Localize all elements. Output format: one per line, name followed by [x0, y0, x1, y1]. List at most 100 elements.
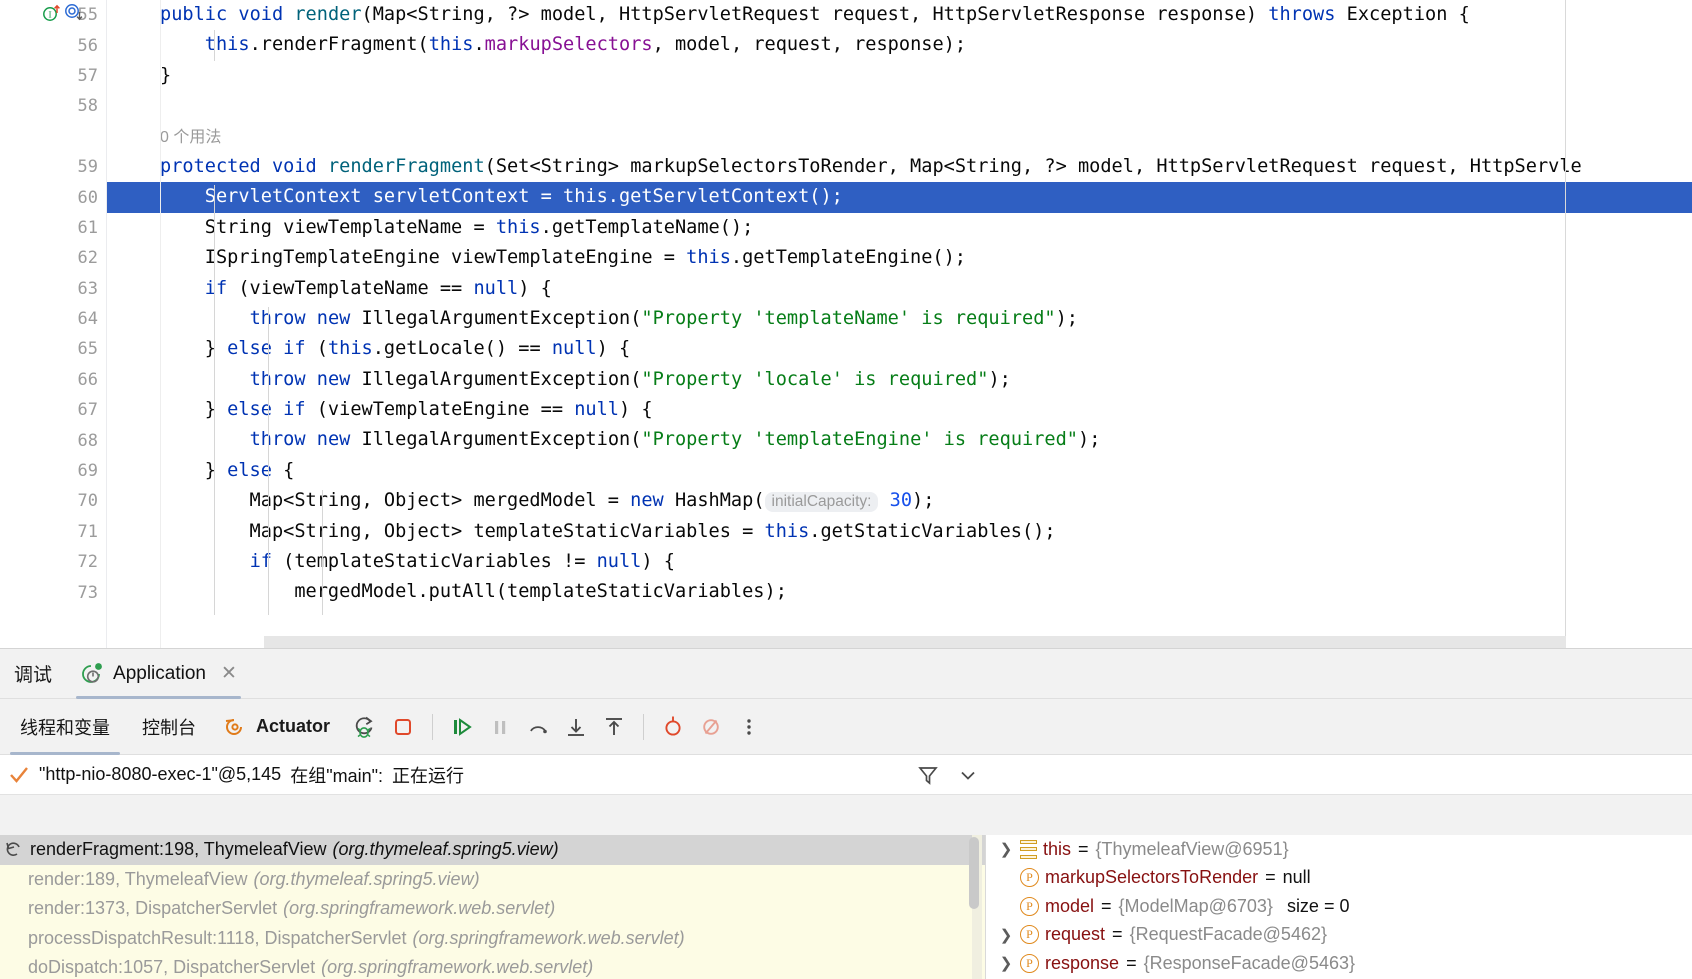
debug-panes: renderFragment:198, ThymeleafView (org.t… [0, 835, 1692, 979]
line-gutter-66[interactable]: 66 [0, 364, 106, 396]
code-line-60-selected[interactable]: 60 ServletContext servletContext = this.… [0, 182, 1692, 213]
tab-actuator[interactable]: Actuator [212, 699, 344, 755]
usages-hint-row[interactable]: 0 个用法 [0, 121, 1692, 152]
frame-package: (org.springframework.web.servlet) [412, 927, 685, 948]
variable-name: model [1045, 895, 1095, 916]
code-line-67[interactable]: 67 } else if (viewTemplateEngine == null… [0, 395, 1692, 426]
variable-row-request[interactable]: ❯ P request = {RequestFacade@5462} [986, 921, 1692, 950]
pause-program-icon[interactable] [483, 710, 517, 744]
frame-package: (org.thymeleaf.spring5.view) [332, 839, 559, 860]
code-line-65[interactable]: 65 } else if (this.getLocale() == null) … [0, 334, 1692, 365]
variables-pane[interactable]: 对表达式求值(Enter)或添加监视(Ctrl+Shift+Enter) ❯ t… [985, 835, 1692, 979]
code-line-72[interactable]: 72 if (templateStaticVariables != null) … [0, 547, 1692, 578]
code-line-70[interactable]: 70 Map<String, Object> mergedModel = new… [0, 486, 1692, 517]
debug-tab-application[interactable]: Application ✕ [66, 649, 251, 699]
line-gutter-70[interactable]: 70 [0, 486, 106, 517]
line-gutter-56[interactable]: 56 [0, 30, 106, 61]
editor-hscrollbar-track[interactable] [0, 636, 1692, 648]
line-gutter-73[interactable]: 73 [0, 577, 106, 608]
line-gutter-67[interactable]: 67 [0, 395, 106, 426]
tab-threads-and-variables[interactable]: 线程和变量 [4, 699, 126, 755]
rerun-debug-icon[interactable] [348, 710, 382, 744]
line-number: 65 [77, 339, 98, 360]
code-text-62: ISpringTemplateEngine viewTemplateEngine… [160, 247, 967, 269]
usages-label[interactable]: 0 个用法 [160, 129, 221, 146]
variable-row-model[interactable]: P model = {ModelMap@6703} size = 0 [986, 892, 1692, 921]
variable-value: {ThymeleafView@6951} [1095, 838, 1289, 859]
implementing-method-icon[interactable]: I [42, 3, 61, 22]
frame-item-1[interactable]: render:189, ThymeleafView (org.thymeleaf… [0, 865, 985, 895]
frames-pane[interactable]: renderFragment:198, ThymeleafView (org.t… [0, 835, 985, 979]
step-out-icon[interactable] [597, 710, 631, 744]
filter-icon[interactable] [916, 763, 940, 787]
resume-program-icon[interactable] [445, 710, 479, 744]
line-gutter-71[interactable]: 71 [0, 516, 106, 548]
code-line-62[interactable]: 62 ISpringTemplateEngine viewTemplateEng… [0, 243, 1692, 274]
toolbar-separator [432, 713, 434, 740]
code-line-61[interactable]: 61 String viewTemplateName = this.getTem… [0, 212, 1692, 244]
step-over-icon[interactable] [521, 710, 555, 744]
frame-item-2[interactable]: render:1373, DispatcherServlet (org.spri… [0, 894, 985, 924]
code-line-68[interactable]: 68 throw new IllegalArgumentException("P… [0, 425, 1692, 456]
code-line-63[interactable]: 63 if (viewTemplateName == null) { [0, 273, 1692, 304]
stop-icon[interactable] [386, 710, 420, 744]
expand-arrow-icon[interactable]: ❯ [998, 926, 1014, 944]
line-gutter-61[interactable]: 61 [0, 212, 106, 244]
line-gutter-57[interactable]: 57 [0, 60, 106, 92]
line-gutter-60[interactable]: 60 [0, 182, 106, 213]
line-gutter-59[interactable]: 59 [0, 151, 106, 183]
code-line-73[interactable]: 73 mergedModel.putAll(templateStaticVari… [0, 577, 1692, 608]
editor-hscrollbar-thumb[interactable] [264, 636, 1566, 648]
frame-item-0[interactable]: renderFragment:198, ThymeleafView (org.t… [0, 835, 985, 865]
code-editor[interactable]: I 55 public void render(Map<String, ?> m… [0, 0, 1692, 648]
gutter-marker-group[interactable]: I [42, 3, 83, 22]
line-gutter-55[interactable]: I 55 [0, 0, 106, 31]
frames-scrollbar-thumb[interactable] [969, 837, 979, 909]
thread-selector[interactable]: "http-nio-8080-exec-1"@5,145 在组"main": 正… [0, 762, 900, 788]
line-gutter-72[interactable]: 72 [0, 547, 106, 578]
line-gutter-69[interactable]: 69 [0, 455, 106, 487]
debug-run-icon [82, 662, 102, 683]
frame-method: render:189, ThymeleafView [28, 868, 248, 889]
tab-console[interactable]: 控制台 [126, 699, 212, 755]
line-gutter-64[interactable]: 64 [0, 303, 106, 335]
inlay-hint-value: 30 [889, 490, 913, 512]
variable-row-response[interactable]: ❯ P response = {ResponseFacade@5463} [986, 949, 1692, 978]
expand-arrow-icon[interactable]: ❯ [998, 954, 1014, 972]
frame-method: doDispatch:1057, DispatcherServlet [28, 957, 316, 978]
code-line-55[interactable]: I 55 public void render(Map<String, ?> m… [0, 0, 1692, 31]
thread-selector-row[interactable]: "http-nio-8080-exec-1"@5,145 在组"main": 正… [0, 755, 1692, 795]
code-line-66[interactable]: 66 throw new IllegalArgumentException("P… [0, 364, 1692, 396]
variable-row-markupSelectorsToRender[interactable]: P markupSelectorsToRender = null [986, 864, 1692, 893]
line-number: 72 [77, 552, 98, 573]
frame-item-3[interactable]: processDispatchResult:1118, DispatcherSe… [0, 924, 985, 954]
frames-scrollbar-track[interactable] [969, 835, 982, 979]
variable-row-this[interactable]: ❯ this = {ThymeleafView@6951} [986, 835, 1692, 864]
more-options-icon[interactable] [732, 710, 766, 744]
code-line-56[interactable]: 56 this.renderFragment(this.markupSelect… [0, 30, 1692, 61]
step-into-icon[interactable] [559, 710, 593, 744]
usages-hint[interactable]: 0 个用法 [106, 122, 1692, 152]
line-gutter-65[interactable]: 65 [0, 334, 106, 365]
thread-state: 正在运行 [392, 765, 464, 786]
mute-breakpoints-icon[interactable] [694, 710, 728, 744]
line-number: 58 [77, 96, 98, 117]
line-gutter-68[interactable]: 68 [0, 425, 106, 456]
chevron-down-icon[interactable] [956, 763, 980, 787]
code-line-58[interactable]: 58 [0, 91, 1692, 122]
code-line-57[interactable]: 57 } [0, 60, 1692, 92]
code-line-59[interactable]: 59 protected void renderFragment(Set<Str… [0, 151, 1692, 183]
overridden-method-icon[interactable] [64, 3, 83, 22]
code-line-71[interactable]: 71 Map<String, Object> templateStaticVar… [0, 516, 1692, 548]
code-line-64[interactable]: 64 throw new IllegalArgumentException("P… [0, 303, 1692, 335]
line-gutter-63[interactable]: 63 [0, 273, 106, 304]
close-icon[interactable]: ✕ [221, 662, 237, 685]
frame-item-4[interactable]: doDispatch:1057, DispatcherServlet (org.… [0, 953, 985, 979]
code-line-69[interactable]: 69 } else { [0, 455, 1692, 487]
view-breakpoints-icon[interactable] [656, 710, 690, 744]
expand-arrow-icon[interactable]: ❯ [998, 840, 1014, 858]
line-gutter-62[interactable]: 62 [0, 243, 106, 274]
code-text-61: String viewTemplateName = this.getTempla… [160, 216, 754, 238]
line-number: 61 [77, 217, 98, 238]
line-gutter-58[interactable]: 58 [0, 91, 106, 122]
